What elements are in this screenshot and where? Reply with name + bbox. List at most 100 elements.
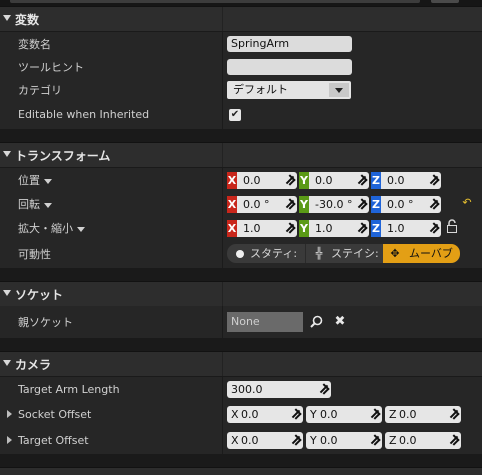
dropdown-icon: [44, 202, 52, 208]
y-axis-tag: Y: [299, 172, 309, 189]
collapse-arrow-icon: [3, 15, 11, 21]
mobility-static-option[interactable]: スタティ:: [227, 244, 305, 263]
next-section-header: [0, 467, 482, 475]
movable-icon: ✥: [390, 247, 400, 260]
section-transform-header[interactable]: トランスフォーム: [0, 142, 482, 167]
row-variable-name: 変数名 SpringArm: [0, 32, 482, 55]
category-dropdown[interactable]: デフォルト: [227, 81, 351, 99]
location-y-field[interactable]: Y 0.0: [299, 172, 369, 189]
location-z-value: 0.0: [387, 174, 405, 187]
x-axis-tag: X: [227, 172, 237, 189]
label-scale[interactable]: 拡大・縮小: [18, 220, 85, 236]
lock-icon[interactable]: [445, 219, 459, 235]
drag-handle-icon: [371, 410, 379, 418]
drag-handle-icon: [286, 200, 294, 208]
mobility-segmented-control: スタティ: ╬ ステイシ: ✥ ムーバブ: [227, 244, 460, 263]
category-value: デフォルト: [233, 83, 288, 96]
section-title: 変数: [15, 13, 40, 27]
target-arm-length-input[interactable]: 300.0: [227, 381, 331, 398]
label-variable-name: 変数名: [18, 38, 51, 51]
drag-handle-icon: [286, 176, 294, 184]
divider: [222, 32, 223, 55]
mobility-movable-option[interactable]: ✥ ムーバブ: [383, 244, 460, 263]
x-axis-tag: X: [227, 196, 237, 213]
section-socket-header[interactable]: ソケット: [0, 281, 482, 306]
scale-z-value: 1.0: [387, 222, 405, 235]
tooltip-input[interactable]: [227, 59, 352, 75]
divider: [222, 78, 223, 101]
socket-offset-y-field[interactable]: Y 0.0: [306, 406, 382, 423]
row-editable-when-inherited: Editable when Inherited ✔: [0, 101, 482, 129]
divider: [222, 402, 223, 428]
scale-x-value: 1.0: [243, 222, 261, 235]
drag-handle-icon: [430, 224, 438, 232]
y-axis-tag: Y: [299, 196, 309, 213]
rotation-z-field[interactable]: Z 0.0 °: [371, 196, 441, 213]
label-location[interactable]: 位置: [18, 172, 52, 188]
location-x-field[interactable]: X 0.0: [227, 172, 297, 189]
divider: [222, 101, 223, 129]
target-offset-y-field[interactable]: Y 0.0: [306, 432, 382, 449]
rotation-y-field[interactable]: Y -30.0 °: [299, 196, 369, 213]
clear-icon[interactable]: ✖: [333, 315, 347, 329]
dropdown-icon: [329, 83, 349, 97]
top-search-field[interactable]: [10, 0, 420, 3]
target-offset-x-field[interactable]: X 0.0: [227, 432, 303, 449]
scale-z-field[interactable]: Z 1.0: [371, 220, 441, 237]
parent-socket-field[interactable]: None: [227, 312, 303, 332]
label-mobility: 可動性: [18, 248, 51, 261]
z-axis-label: Z: [389, 408, 397, 421]
drag-handle-icon: [358, 200, 366, 208]
z-axis-label: Z: [389, 434, 397, 447]
section-gap: [0, 268, 482, 281]
section-variable-header[interactable]: 変数: [0, 6, 482, 31]
search-icon[interactable]: [309, 315, 323, 329]
z-axis-tag: Z: [371, 172, 381, 189]
target-offset-z-field[interactable]: Z 0.0: [385, 432, 461, 449]
rotation-x-field[interactable]: X 0.0 °: [227, 196, 297, 213]
dropdown-icon: [77, 226, 85, 232]
target-offset-y-value: 0.0: [320, 434, 338, 447]
collapse-arrow-icon: [3, 360, 11, 366]
top-button[interactable]: [431, 0, 459, 3]
expand-arrow-icon[interactable]: [7, 410, 12, 418]
editable-when-inherited-checkbox[interactable]: ✔: [229, 109, 241, 121]
scale-y-value: 1.0: [315, 222, 333, 235]
divider: [222, 282, 223, 306]
label-rotation[interactable]: 回転: [18, 196, 52, 212]
x-axis-label: X: [231, 408, 239, 421]
label-parent-socket: 親ソケット: [18, 316, 73, 329]
section-camera-header[interactable]: カメラ: [0, 351, 482, 376]
rotation-x-value: 0.0 °: [243, 198, 270, 211]
label-tooltip: ツールヒント: [18, 61, 84, 74]
divider: [222, 352, 223, 376]
variable-name-input[interactable]: SpringArm: [227, 36, 352, 52]
divider: [222, 55, 223, 78]
reset-icon[interactable]: ↶: [460, 196, 474, 210]
label-socket-offset: Socket Offset: [18, 408, 92, 421]
section-gap: [0, 454, 482, 467]
drag-handle-icon: [371, 436, 379, 444]
scale-x-field[interactable]: X 1.0: [227, 220, 297, 237]
label-editable-when-inherited: Editable when Inherited: [18, 108, 150, 121]
location-z-field[interactable]: Z 0.0: [371, 172, 441, 189]
scale-y-field[interactable]: Y 1.0: [299, 220, 369, 237]
row-location: 位置 X 0.0 Y 0.0 Z 0.0: [0, 168, 482, 192]
expand-arrow-icon[interactable]: [7, 436, 12, 444]
divider: [222, 377, 223, 402]
row-rotation: 回転 X 0.0 ° Y -30.0 ° Z 0.0 ° ↶: [0, 192, 482, 216]
row-category: カテゴリ デフォルト: [0, 78, 482, 101]
socket-offset-z-field[interactable]: Z 0.0: [385, 406, 461, 423]
divider: [222, 143, 223, 167]
socket-offset-x-field[interactable]: X 0.0: [227, 406, 303, 423]
x-axis-label: X: [231, 434, 239, 447]
collapse-arrow-icon: [3, 151, 11, 157]
label-target-arm-length: Target Arm Length: [18, 383, 120, 396]
y-axis-label: Y: [310, 408, 317, 421]
row-socket-offset: Socket Offset X 0.0 Y 0.0 Z 0.0: [0, 402, 482, 428]
socket-offset-z-value: 0.0: [399, 408, 417, 421]
section-title: ソケット: [15, 288, 64, 302]
mobility-stationary-option[interactable]: ╬ ステイシ:: [305, 244, 383, 263]
divider: [222, 306, 223, 338]
row-scale: 拡大・縮小 X 1.0 Y 1.0 Z 1.0: [0, 216, 482, 240]
